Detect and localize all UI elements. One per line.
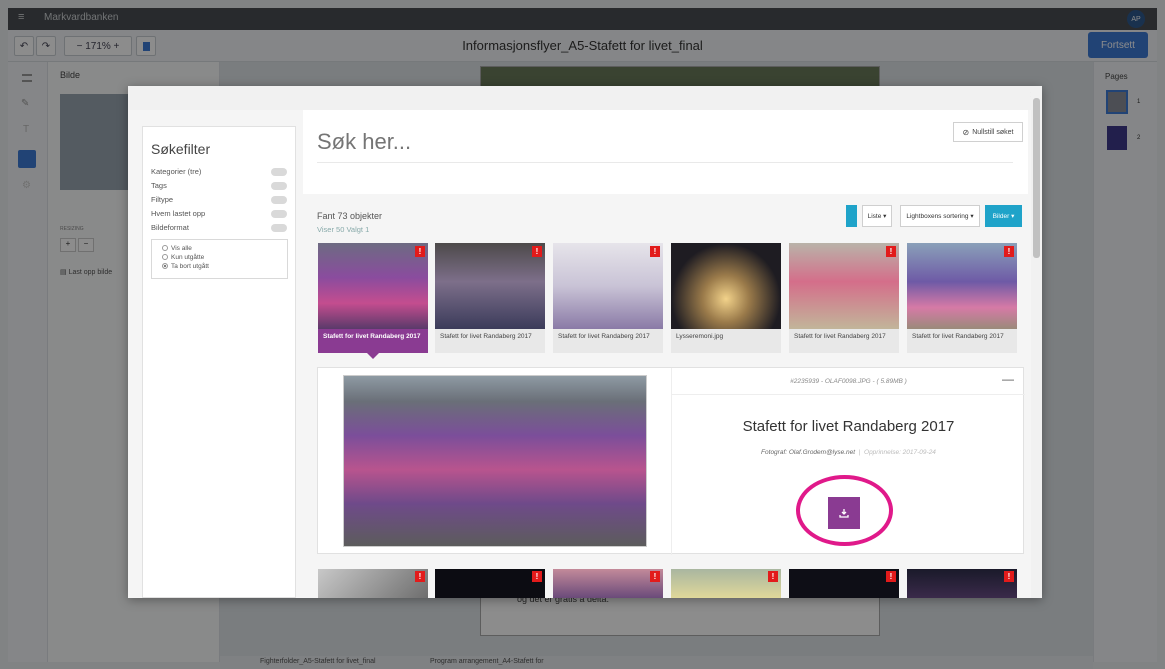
result-thumb-11[interactable]: ! xyxy=(789,569,899,598)
expired-badge-icon: ! xyxy=(415,246,425,257)
thumb-caption: Stafett for livet Randaberg 2017 xyxy=(553,329,663,353)
modal-scrollbar[interactable] xyxy=(1031,86,1042,598)
expired-badge-icon: ! xyxy=(1004,246,1014,257)
detail-divider xyxy=(672,394,1025,395)
expired-badge-icon: ! xyxy=(886,246,896,257)
results-count: Fant 73 objekter xyxy=(317,211,383,221)
radio-only-expired[interactable]: Kun utgåtte xyxy=(162,254,204,261)
result-thumb-2[interactable]: ! Stafett for livet Randaberg 2017 xyxy=(435,243,545,353)
filter-label: Hvem lastet opp xyxy=(151,209,206,218)
expired-badge-icon: ! xyxy=(886,571,896,582)
expired-badge-icon: ! xyxy=(1004,571,1014,582)
result-thumb-7[interactable]: ! xyxy=(318,569,428,598)
result-thumb-12[interactable]: ! xyxy=(907,569,1017,598)
detail-info: #2235939 - OLAF0098.JPG - ( 5.89MB ) — S… xyxy=(671,368,1025,555)
detail-title: Stafett for livet Randaberg 2017 xyxy=(742,418,955,435)
filter-toggle[interactable] xyxy=(271,168,287,176)
thumb-image xyxy=(553,243,663,329)
result-thumb-4[interactable]: Lysseremoni.jpg xyxy=(671,243,781,353)
thumb-caption: Stafett for livet Randaberg 2017 xyxy=(789,329,899,353)
search-filter-panel: Søkefilter Kategorier (tre) Tags Filtype… xyxy=(142,126,296,598)
thumb-image xyxy=(671,243,781,329)
filter-toggle[interactable] xyxy=(271,196,287,204)
filter-toggle[interactable] xyxy=(271,224,287,232)
thumb-caption: Lysseremoni.jpg xyxy=(671,329,781,353)
filter-item-tags[interactable]: Tags xyxy=(151,181,287,193)
thumb-caption: Stafett for livet Randaberg 2017 xyxy=(907,329,1017,353)
media-browser-modal: × Søkefilter Kategorier (tre) Tags Filty… xyxy=(128,86,1042,598)
thumb-image xyxy=(318,243,428,329)
result-thumb-5[interactable]: ! Stafett for livet Randaberg 2017 xyxy=(789,243,899,353)
results-shown: Viser 50 Valgt 1 xyxy=(317,225,370,234)
filter-toggle[interactable] xyxy=(271,210,287,218)
expired-badge-icon: ! xyxy=(532,246,542,257)
thumb-caption: Stafett for livet Randaberg 2017 xyxy=(435,329,545,353)
detail-image[interactable] xyxy=(343,375,647,547)
download-icon xyxy=(839,509,849,518)
scrollbar-thumb[interactable] xyxy=(1033,98,1040,258)
result-thumb-3[interactable]: ! Stafett for livet Randaberg 2017 xyxy=(553,243,663,353)
thumb-image xyxy=(435,243,545,329)
expired-badge-icon: ! xyxy=(650,571,660,582)
filter-label: Kategorier (tre) xyxy=(151,167,202,176)
photographer: Fotograf: Olaf.Grodem@lyse.net xyxy=(761,449,856,456)
grid-view-button[interactable] xyxy=(846,205,857,227)
results-header: Fant 73 objekter Viser 50 Valgt 1 Liste … xyxy=(317,205,1037,239)
search-underline xyxy=(317,162,1013,163)
result-thumb-8[interactable]: ! xyxy=(435,569,545,598)
search-panel: ⊘ Nullstill søket xyxy=(303,110,1028,194)
origin-date: Opprinnelse: 2017-09-24 xyxy=(864,449,936,456)
thumb-image xyxy=(789,243,899,329)
download-button[interactable] xyxy=(828,497,860,529)
radio-show-all[interactable]: Vis alle xyxy=(162,245,192,252)
modal-header: × xyxy=(128,86,1042,110)
filter-item-filetype[interactable]: Filtype xyxy=(151,195,287,207)
filter-title: Søkefilter xyxy=(151,141,211,157)
reset-search-button[interactable]: ⊘ Nullstill søket xyxy=(953,122,1023,142)
expired-badge-icon: ! xyxy=(532,571,542,582)
filter-item-uploader[interactable]: Hvem lastet opp xyxy=(151,209,287,221)
filter-label: Tags xyxy=(151,181,167,190)
result-thumb-9[interactable]: ! xyxy=(553,569,663,598)
expiry-radio-group: Vis alle Kun utgåtte Ta bort utgått xyxy=(151,239,288,279)
type-dropdown[interactable]: Bilder ▾ xyxy=(985,205,1022,227)
filter-label: Bildeformat xyxy=(151,223,189,232)
radio-remove-expired[interactable]: Ta bort utgått xyxy=(162,263,209,270)
detail-credit: Fotograf: Olaf.Grodem@lyse.net | Opprinn… xyxy=(761,449,936,456)
result-thumb-6[interactable]: ! Stafett for livet Randaberg 2017 xyxy=(907,243,1017,353)
thumb-caption: Stafett for livet Randaberg 2017 xyxy=(318,329,428,353)
sort-dropdown[interactable]: Lightboxens sortering ▾ xyxy=(900,205,980,227)
view-dropdown[interactable]: Liste ▾ xyxy=(862,205,892,227)
result-thumb-1[interactable]: ! Stafett for livet Randaberg 2017 xyxy=(318,243,428,353)
reset-label: Nullstill søket xyxy=(972,128,1014,136)
filter-item-imageformat[interactable]: Bildeformat xyxy=(151,223,287,235)
image-detail-panel: #2235939 - OLAF0098.JPG - ( 5.89MB ) — S… xyxy=(317,367,1025,555)
filter-label: Filtype xyxy=(151,195,174,204)
result-thumb-10[interactable]: ! xyxy=(671,569,781,598)
reset-icon: ⊘ xyxy=(962,127,970,137)
search-input[interactable] xyxy=(317,124,617,160)
expired-badge-icon: ! xyxy=(650,246,660,257)
selected-pointer xyxy=(365,351,381,359)
filter-item-categories[interactable]: Kategorier (tre) xyxy=(151,167,287,179)
expired-badge-icon: ! xyxy=(415,571,425,582)
filter-toggle[interactable] xyxy=(271,182,287,190)
expired-badge-icon: ! xyxy=(768,571,778,582)
detail-meta: #2235939 - OLAF0098.JPG - ( 5.89MB ) xyxy=(790,378,907,385)
thumb-image xyxy=(907,243,1017,329)
collapse-icon[interactable]: — xyxy=(1002,372,1014,386)
